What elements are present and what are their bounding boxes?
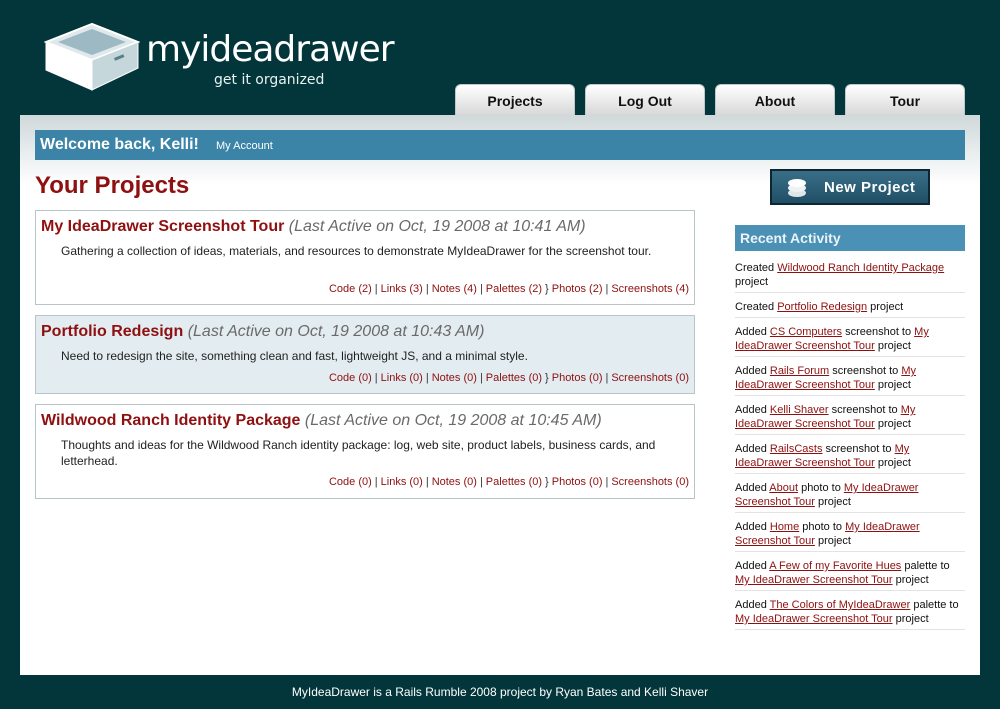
welcome-greeting: Welcome back, Kelli! (40, 136, 199, 153)
activity-item: Added A Few of my Favorite Hues palette … (735, 559, 965, 591)
footer-credits: MyIdeaDrawer is a Rails Rumble 2008 proj… (291, 685, 709, 699)
links-link[interactable]: Links (0) (381, 476, 423, 488)
notes-link[interactable]: Notes (4) (432, 283, 477, 295)
project-title[interactable]: Wildwood Ranch Identity Package (Last Ac… (41, 412, 602, 430)
project-description: Gathering a collection of ideas, materia… (61, 244, 652, 258)
code-link[interactable]: Code (0) (329, 476, 372, 488)
activity-item: Created Portfolio Redesign project (735, 300, 965, 318)
activity-item: Created Wildwood Ranch Identity Package … (735, 261, 965, 293)
code-link[interactable]: Code (2) (329, 283, 372, 295)
stack-icon (786, 178, 808, 198)
links-link[interactable]: Links (3) (381, 283, 423, 295)
project-resource-links: Code (0) | Links (0) | Notes (0) | Palettes (0… (328, 476, 689, 488)
activity-project-link[interactable]: My IdeaDrawer Screenshot Tour (735, 613, 893, 625)
activity-project-link[interactable]: My IdeaDrawer Screenshot Tour (735, 574, 893, 586)
activity-link[interactable]: A Few of my Favorite Hues (769, 560, 901, 572)
project-title[interactable]: My IdeaDrawer Screenshot Tour (Last Acti… (41, 218, 586, 236)
page-title: Your Projects (35, 172, 190, 199)
tab-tour[interactable]: Tour (845, 84, 965, 117)
activity-item: Added About photo to My IdeaDrawer Scree… (735, 481, 965, 513)
activity-link[interactable]: Kelli Shaver (770, 404, 829, 416)
activity-link[interactable]: Portfolio Redesign (777, 301, 867, 313)
photos-link[interactable]: Photos (0) (552, 372, 603, 384)
activity-link[interactable]: About (769, 482, 798, 494)
welcome-bar: Welcome back, Kelli! My Account (35, 130, 965, 160)
project-card: Portfolio Redesign (Last Active on Oct, … (35, 315, 695, 394)
activity-link[interactable]: CS Computers (770, 326, 842, 338)
activity-link[interactable]: Rails Forum (770, 365, 829, 377)
recent-activity-title: Recent Activity (740, 230, 841, 246)
activity-item: Added Home photo to My IdeaDrawer Screen… (735, 520, 965, 552)
palettes-link[interactable]: Palettes (0) (486, 372, 542, 384)
recent-activity-header: Recent Activity (735, 225, 965, 251)
project-card: Wildwood Ranch Identity Package (Last Ac… (35, 404, 695, 499)
new-project-button[interactable]: New Project (770, 169, 930, 205)
activity-item: Added CS Computers screenshot to My Idea… (735, 325, 965, 357)
project-name[interactable]: Portfolio Redesign (41, 323, 183, 340)
project-resource-links: Code (2) | Links (3) | Notes (4) | Palettes (2… (328, 283, 689, 295)
activity-item: Added RailsCasts screenshot to My IdeaDr… (735, 442, 965, 474)
screenshots-link[interactable]: Screenshots (0) (611, 372, 689, 384)
project-last-active: (Last Active on Oct, 19 2008 at 10:41 AM… (288, 218, 586, 235)
palettes-link[interactable]: Palettes (2) (486, 283, 542, 295)
project-last-active: (Last Active on Oct, 19 2008 at 10:43 AM… (187, 323, 485, 340)
notes-link[interactable]: Notes (0) (432, 476, 477, 488)
activity-link[interactable]: Home (770, 521, 799, 533)
tab-projects[interactable]: Projects (455, 84, 575, 117)
main-nav-tabs: Projects Log Out About Tour (455, 84, 967, 117)
palettes-link[interactable]: Palettes (0) (486, 476, 542, 488)
activity-item: Added The Colors of MyIdeaDrawer palette… (735, 598, 965, 630)
activity-item: Added Kelli Shaver screenshot to My Idea… (735, 403, 965, 435)
project-card: My IdeaDrawer Screenshot Tour (Last Acti… (35, 210, 695, 305)
tab-log-out[interactable]: Log Out (585, 84, 705, 117)
project-description: Thoughts and ideas for the Wildwood Ranc… (61, 438, 656, 468)
new-project-label: New Project (824, 179, 916, 196)
project-description: Need to redesign the site, something cle… (61, 349, 528, 363)
tab-about[interactable]: About (715, 84, 835, 117)
code-link[interactable]: Code (0) (329, 372, 372, 384)
main-panel: Welcome back, Kelli! My Account Your Pro… (20, 115, 980, 675)
project-title[interactable]: Portfolio Redesign (Last Active on Oct, … (41, 323, 484, 341)
activity-link[interactable]: The Colors of MyIdeaDrawer (770, 599, 911, 611)
logo-drawer-icon (43, 22, 141, 92)
photos-link[interactable]: Photos (2) (552, 283, 603, 295)
project-resource-links: Code (0) | Links (0) | Notes (0) | Palettes (0… (328, 372, 689, 384)
brand-name: myideadrawer (146, 29, 395, 70)
links-link[interactable]: Links (0) (381, 372, 423, 384)
project-name[interactable]: Wildwood Ranch Identity Package (41, 412, 300, 429)
screenshots-link[interactable]: Screenshots (0) (611, 476, 689, 488)
screenshots-link[interactable]: Screenshots (4) (611, 283, 689, 295)
my-account-link[interactable]: My Account (216, 140, 273, 152)
project-name[interactable]: My IdeaDrawer Screenshot Tour (41, 218, 284, 235)
tagline: get it organized (214, 72, 325, 88)
project-last-active: (Last Active on Oct, 19 2008 at 10:45 AM… (304, 412, 602, 429)
activity-item: Added Rails Forum screenshot to My IdeaD… (735, 364, 965, 396)
photos-link[interactable]: Photos (0) (552, 476, 603, 488)
notes-link[interactable]: Notes (0) (432, 372, 477, 384)
activity-link[interactable]: Wildwood Ranch Identity Package (777, 262, 944, 274)
activity-link[interactable]: RailsCasts (770, 443, 823, 455)
